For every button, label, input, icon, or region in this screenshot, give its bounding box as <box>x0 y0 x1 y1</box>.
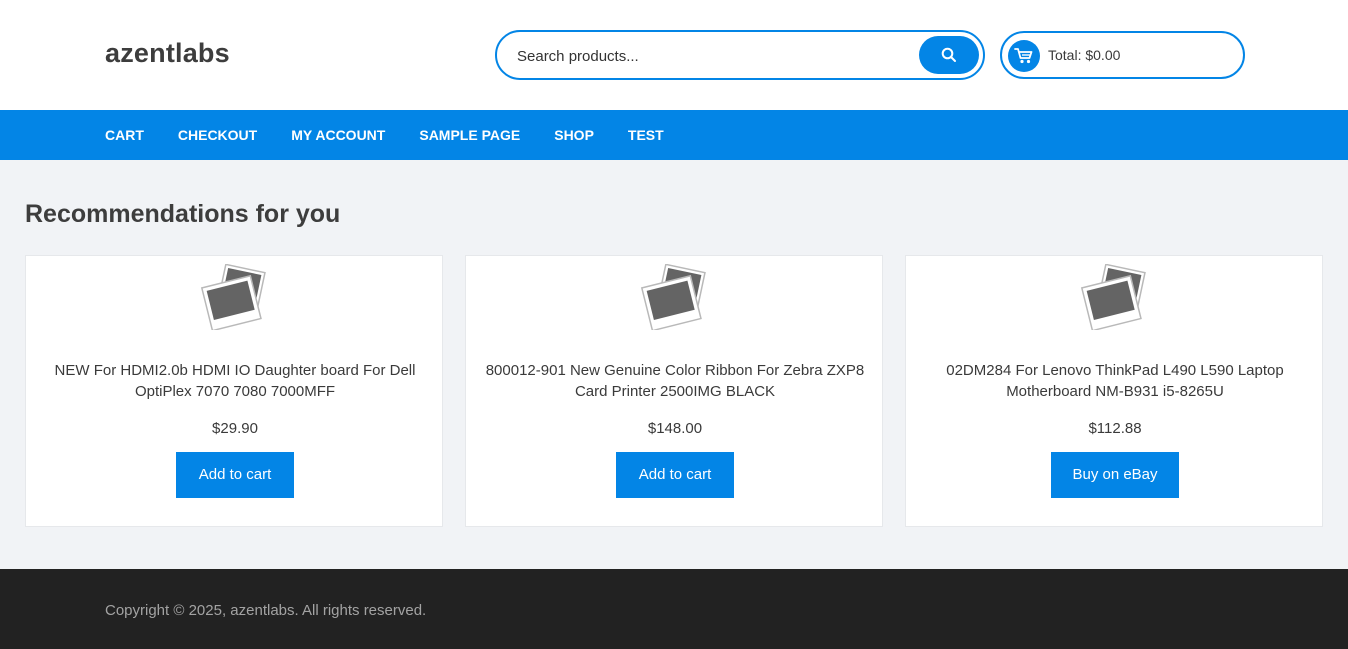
main-nav: CART CHECKOUT MY ACCOUNT SAMPLE PAGE SHO… <box>0 110 1348 160</box>
image-placeholder-icon[interactable] <box>200 264 266 330</box>
search-icon <box>941 47 956 62</box>
image-placeholder-icon[interactable] <box>640 264 706 330</box>
product-price: $112.88 <box>1088 420 1142 437</box>
product-price: $29.90 <box>212 420 258 437</box>
cart-widget[interactable]: Total: $0.00 <box>1000 31 1245 79</box>
cart-total: Total: $0.00 <box>1048 47 1121 63</box>
add-to-cart-button[interactable]: Add to cart <box>176 452 294 498</box>
nav-item-test[interactable]: TEST <box>628 127 664 143</box>
nav-item-cart[interactable]: CART <box>105 127 144 143</box>
copyright-text: Copyright © 2025, azentlabs. All rights … <box>105 602 427 619</box>
product-card: 800012-901 New Genuine Color Ribbon For … <box>465 255 883 527</box>
search-form <box>495 30 985 80</box>
site-logo[interactable]: azentlabs <box>105 38 230 69</box>
section-title: Recommendations for you <box>25 200 341 228</box>
product-card: 02DM284 For Lenovo ThinkPad L490 L590 La… <box>905 255 1323 527</box>
nav-item-sample-page[interactable]: SAMPLE PAGE <box>419 127 520 143</box>
nav-item-my-account[interactable]: MY ACCOUNT <box>291 127 385 143</box>
search-button[interactable] <box>919 36 979 74</box>
product-title[interactable]: 800012-901 New Genuine Color Ribbon For … <box>481 360 869 402</box>
nav-item-checkout[interactable]: CHECKOUT <box>178 127 257 143</box>
nav-list: CART CHECKOUT MY ACCOUNT SAMPLE PAGE SHO… <box>105 110 698 160</box>
image-placeholder-icon[interactable] <box>1080 264 1146 330</box>
search-input[interactable] <box>517 44 907 68</box>
nav-item-shop[interactable]: SHOP <box>554 127 594 143</box>
cart-icon[interactable] <box>1008 40 1040 72</box>
add-to-cart-button[interactable]: Add to cart <box>616 452 734 498</box>
product-title[interactable]: NEW For HDMI2.0b HDMI IO Daughter board … <box>41 360 429 402</box>
product-title[interactable]: 02DM284 For Lenovo ThinkPad L490 L590 La… <box>921 360 1309 402</box>
product-card: NEW For HDMI2.0b HDMI IO Daughter board … <box>25 255 443 527</box>
product-price: $148.00 <box>647 420 703 437</box>
buy-on-ebay-button[interactable]: Buy on eBay <box>1051 452 1179 498</box>
site-header: azentlabs Total: $0.00 <box>0 0 1348 110</box>
site-footer: Copyright © 2025, azentlabs. All rights … <box>0 569 1348 649</box>
